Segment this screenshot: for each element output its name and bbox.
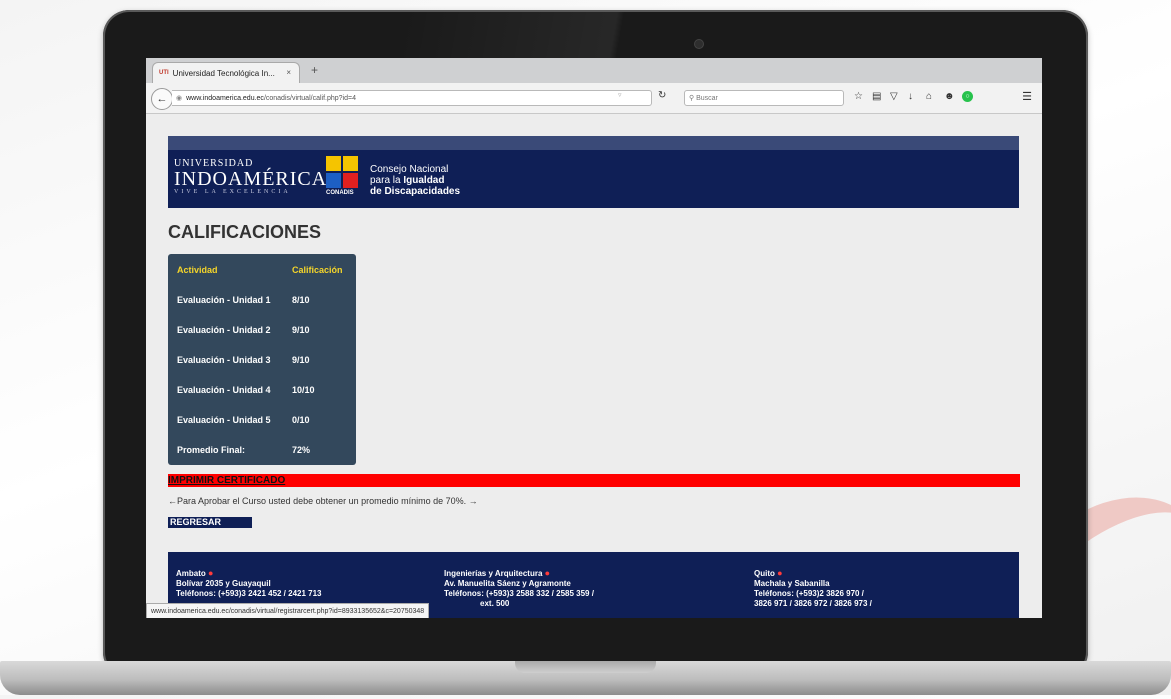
- final-average-label: Promedio Final:: [177, 445, 246, 455]
- ambato-title: Ambato: [176, 569, 206, 578]
- url-path: /conadis/virtual/calif.php?id=4: [263, 95, 356, 102]
- hand-icon: [343, 173, 358, 188]
- location-pin-icon: ●: [208, 568, 214, 578]
- search-input[interactable]: ⚲ Buscar: [684, 90, 844, 106]
- ambato-address: Bolívar 2035 y Guayaquil: [176, 579, 271, 588]
- row-activity: Evaluación - Unidad 4: [177, 385, 271, 395]
- ing-address: Av. Manuelita Sáenz y Agramonte: [444, 579, 571, 588]
- conadis-line2b: Igualdad: [403, 175, 445, 186]
- nav-bar: ← ◉ www.indoamerica.edu.ec/conadis/virtua…: [146, 83, 1042, 114]
- print-bar: IMPRIMIR CERTIFICADO: [168, 474, 1020, 487]
- bookmark-star-icon[interactable]: ☆: [854, 91, 863, 102]
- quito-address: Machala y Sabanilla: [754, 579, 830, 588]
- university-logo[interactable]: UNIVERSIDAD INDOAMÉRICA VIVE LA EXCELENC…: [174, 158, 327, 195]
- location-pin-icon: ●: [544, 568, 551, 578]
- pocket-icon[interactable]: ▽: [890, 91, 898, 102]
- home-icon[interactable]: ⌂: [926, 91, 932, 102]
- blind-person-icon: [343, 156, 358, 171]
- browser-tab[interactable]: UTI Universidad Tecnológica In... ×: [152, 62, 300, 83]
- print-certificate-link[interactable]: IMPRIMIR CERTIFICADO: [168, 474, 285, 487]
- quito-title: Quito: [754, 569, 775, 578]
- camera-icon: [695, 40, 703, 48]
- conadis-text: Consejo Nacional para la Igualdad de Dis…: [370, 164, 460, 197]
- row-activity: Evaluación - Unidad 1: [177, 295, 271, 305]
- back-arrow-icon[interactable]: ←: [151, 88, 173, 110]
- quito-phone-2: 3826 971 / 3826 972 / 3826 973 /: [754, 599, 872, 608]
- search-icon: ⚲: [689, 95, 695, 102]
- tab-strip: UTI Universidad Tecnológica In... × +: [146, 58, 1042, 83]
- row-grade: 9/10: [292, 325, 310, 335]
- quito-phone-1: Teléfonos: (+593)2 3826 970 /: [754, 589, 864, 598]
- conadis-label: CONADIS: [326, 190, 354, 196]
- ambato-phone: Teléfonos: (+593)3 2421 452 / 2421 713: [176, 589, 322, 598]
- row-grade: 10/10: [292, 385, 315, 395]
- location-pin-icon: ●: [777, 568, 783, 578]
- favicon-icon: UTI: [159, 70, 169, 76]
- conadis-line3-text: de Discapacidades: [370, 186, 461, 197]
- back-button[interactable]: REGRESAR: [168, 517, 252, 528]
- dropdown-arrow-icon[interactable]: ▿: [618, 91, 622, 99]
- hamburger-menu-icon[interactable]: ☰: [1022, 90, 1032, 103]
- ing-phone: Teléfonos: (+593)3 2588 332 / 2585 359 /: [444, 589, 594, 598]
- passing-note: ←Para Aprobar el Curso usted debe obtene…: [168, 496, 478, 506]
- search-placeholder: Buscar: [696, 95, 718, 102]
- row-activity: Evaluación - Unidad 2: [177, 325, 271, 335]
- new-tab-button[interactable]: +: [311, 63, 318, 77]
- laptop-notch: [515, 661, 656, 673]
- ing-ext: ext. 500: [480, 599, 510, 608]
- row-grade: 8/10: [292, 295, 310, 305]
- tab-title: Universidad Tecnológica In...: [172, 68, 275, 78]
- screen: UTI Universidad Tecnológica In... × + ← …: [146, 58, 1042, 618]
- url-bar[interactable]: ◉ www.indoamerica.edu.ec/conadis/virtual/…: [172, 90, 652, 106]
- conadis-line2a: para la: [370, 175, 404, 186]
- globe-icon: ◉: [176, 95, 183, 102]
- web-page: UNIVERSIDAD INDOAMÉRICA VIVE LA EXCELENC…: [146, 114, 1042, 618]
- uni-main-text: INDOAMÉRICA: [174, 168, 328, 190]
- footer-ingenierias: Ingenierías y Arquitectura ● Av. Manueli…: [444, 568, 594, 609]
- extension-icon[interactable]: ○: [962, 91, 973, 102]
- top-bar: [168, 136, 1019, 150]
- page-title: CALIFICACIONES: [168, 222, 321, 242]
- footer-quito: Quito ● Machala y Sabanilla Teléfonos: (…: [754, 568, 872, 609]
- ing-title: Ingenierías y Arquitectura: [444, 569, 543, 578]
- download-icon[interactable]: ↓: [908, 91, 913, 102]
- col-activity-header: Actividad: [177, 265, 218, 275]
- clipboard-icon[interactable]: ▤: [872, 91, 881, 102]
- url-domain: www.indoamerica.edu.ec: [186, 95, 264, 102]
- reload-icon[interactable]: ↻: [658, 90, 666, 101]
- col-grade-header: Calificación: [292, 265, 343, 275]
- grades-table: Actividad Calificación Evaluación - Unid…: [168, 254, 356, 465]
- footer-ambato: Ambato ● Bolívar 2035 y Guayaquil Teléfo…: [176, 568, 322, 599]
- final-average-value: 72%: [292, 445, 311, 455]
- row-grade: 9/10: [292, 355, 310, 365]
- wheelchair-icon: [326, 173, 341, 188]
- row-activity: Evaluación - Unidad 5: [177, 415, 271, 425]
- row-grade: 0/10: [292, 415, 310, 425]
- status-bar: www.indoamerica.edu.ec/conadis/virtual/r…: [146, 603, 430, 618]
- conadis-line1: Consejo Nacional: [370, 164, 449, 175]
- conadis-line3: de Discapacidades: [370, 186, 460, 197]
- conadis-line2: para la Igualdad: [370, 175, 460, 186]
- close-icon[interactable]: ×: [286, 68, 291, 77]
- standing-person-icon: [326, 156, 341, 171]
- row-activity: Evaluación - Unidad 3: [177, 355, 271, 365]
- header-banner: UNIVERSIDAD INDOAMÉRICA VIVE LA EXCELENC…: [168, 150, 1019, 208]
- chat-icon[interactable]: ☻: [944, 91, 955, 102]
- conadis-logo: CONADIS: [326, 156, 366, 198]
